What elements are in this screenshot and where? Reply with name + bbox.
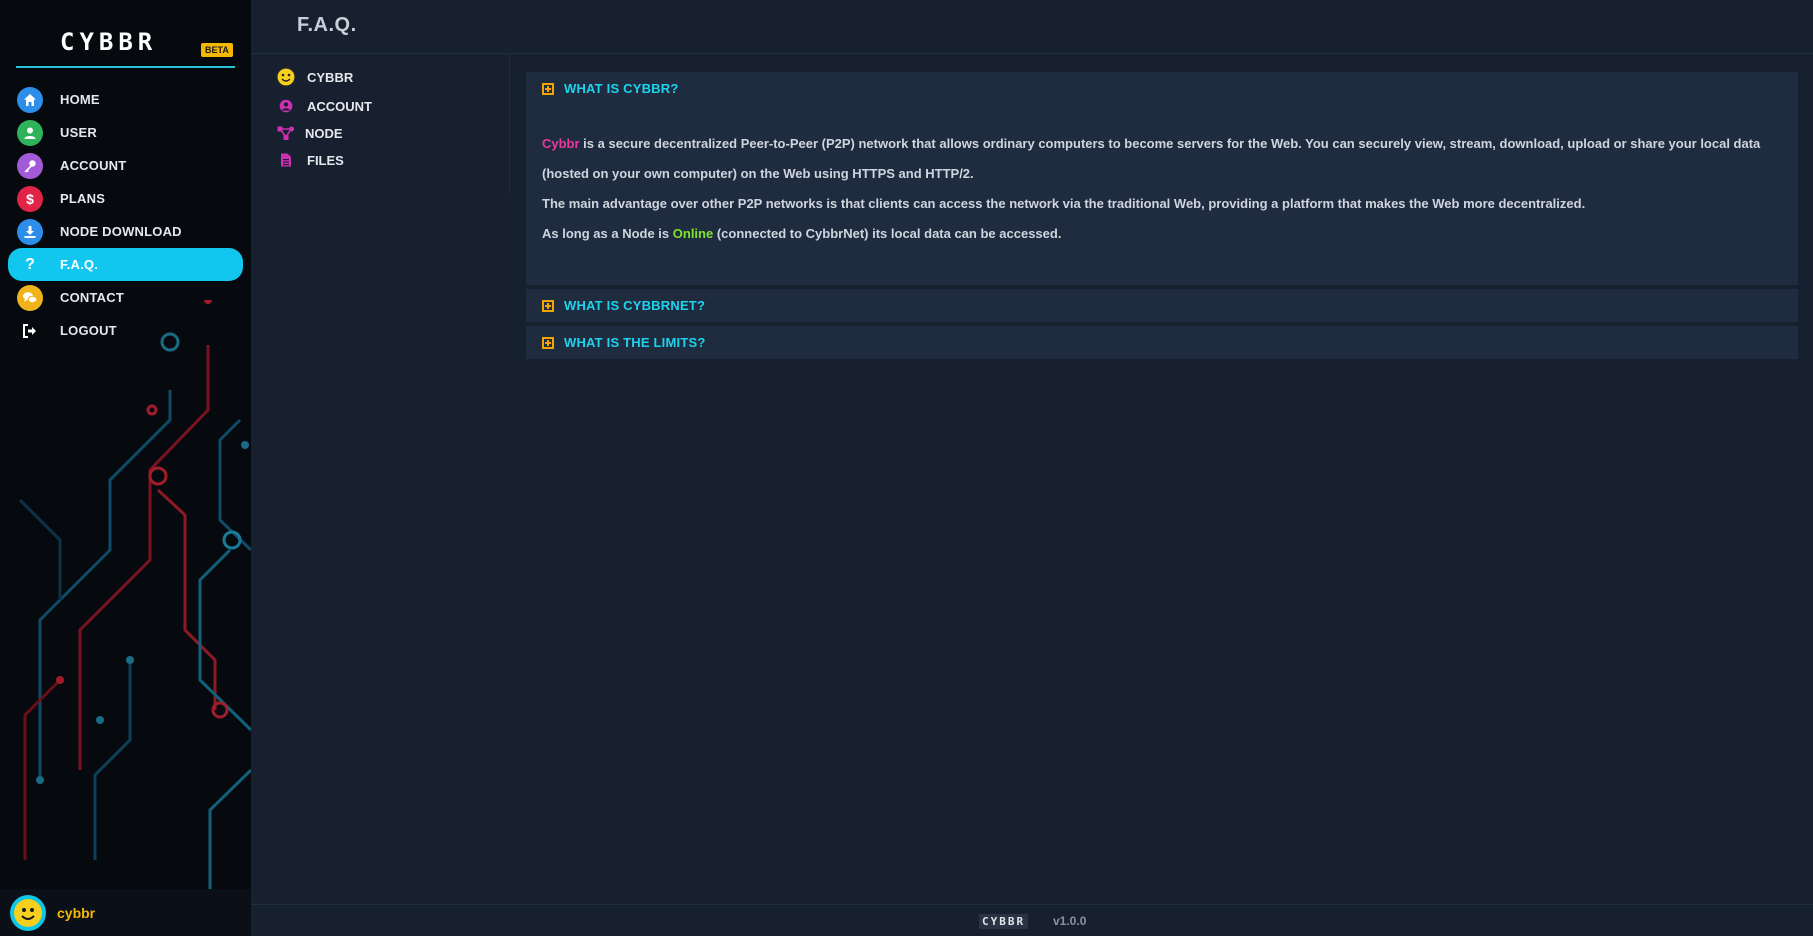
- sidebar: CYBBR BETA HOME USER ACCOUNT $ PLANS NOD…: [0, 0, 251, 936]
- user-profile[interactable]: cybbr: [0, 889, 251, 936]
- answer-paragraph: The main advantage over other P2P networ…: [542, 196, 1586, 211]
- faq-question[interactable]: WHAT IS CYBBR?: [564, 81, 679, 96]
- subnav-item-account[interactable]: ACCOUNT: [275, 95, 372, 117]
- sidebar-nav: HOME USER ACCOUNT $ PLANS NODE DOWNLOAD …: [8, 83, 243, 347]
- logout-icon: [17, 318, 43, 344]
- sidebar-item-label: ACCOUNT: [60, 158, 127, 173]
- brand: CYBBR BETA: [0, 24, 251, 70]
- sidebar-item-node-download[interactable]: NODE DOWNLOAD: [8, 215, 243, 248]
- sidebar-item-faq[interactable]: ? F.A.Q.: [8, 248, 243, 281]
- sidebar-item-label: HOME: [60, 92, 100, 107]
- beta-badge: BETA: [201, 43, 233, 57]
- question-icon: ?: [25, 255, 35, 273]
- cybbr-logo[interactable]: CYBBR: [60, 28, 157, 56]
- network-icon: [275, 122, 297, 144]
- key-icon: [17, 152, 43, 179]
- subnav-item-label: NODE: [305, 125, 343, 141]
- footer-logo: CYBBR: [979, 914, 1029, 929]
- sidebar-item-plans[interactable]: $ PLANS: [8, 182, 243, 215]
- expand-icon[interactable]: [542, 299, 554, 312]
- expand-icon[interactable]: [542, 336, 554, 349]
- answer-text: is a secure decentralized Peer-to-Peer (…: [542, 136, 1761, 181]
- user-circle-icon: [275, 95, 297, 117]
- sidebar-item-contact[interactable]: CONTACT: [8, 281, 243, 314]
- faq-panel: WHAT IS THE LIMITS?: [526, 326, 1798, 359]
- answer-paragraph: As long as a Node is Online (connected t…: [542, 219, 1782, 249]
- sidebar-item-user[interactable]: USER: [8, 116, 243, 149]
- expand-icon[interactable]: [542, 82, 554, 95]
- version-label: v1.0.0: [1053, 914, 1087, 928]
- sidebar-item-label: PLANS: [60, 191, 106, 206]
- sidebar-item-label: F.A.Q.: [60, 257, 99, 272]
- faq-question-header[interactable]: WHAT IS THE LIMITS?: [526, 326, 1798, 359]
- smiley-icon: [275, 66, 297, 88]
- dollar-icon: $: [17, 185, 43, 212]
- download-icon: [17, 218, 43, 245]
- user-icon: [17, 119, 43, 146]
- faq-question-header[interactable]: WHAT IS CYBBR?: [526, 72, 1798, 105]
- faq-answer: Cybbr is a secure decentralized Peer-to-…: [526, 105, 1798, 285]
- chat-icon: [17, 284, 43, 311]
- sidebar-item-label: CONTACT: [60, 290, 124, 305]
- footer: CYBBR v1.0.0: [251, 904, 1813, 936]
- subnav-item-label: ACCOUNT: [307, 98, 372, 114]
- sidebar-item-logout[interactable]: LOGOUT: [8, 314, 243, 347]
- divider: [16, 66, 235, 68]
- faq-panel: WHAT IS CYBBRNET?: [526, 289, 1798, 322]
- faq-accordion: WHAT IS CYBBR? Cybbr is a secure decentr…: [526, 72, 1798, 363]
- online-status: Online: [672, 226, 714, 241]
- file-icon: [275, 149, 297, 171]
- sidebar-item-home[interactable]: HOME: [8, 83, 243, 116]
- answer-text: As long as a Node is: [542, 226, 673, 241]
- subnav-item-cybbr[interactable]: CYBBR: [275, 66, 353, 88]
- sidebar-item-label: NODE DOWNLOAD: [60, 224, 182, 239]
- smiley-icon: [14, 899, 42, 927]
- sidebar-item-label: USER: [60, 125, 97, 140]
- subnav-item-files[interactable]: FILES: [275, 149, 344, 171]
- faq-category-nav: CYBBR ACCOUNT NODE FILES: [251, 54, 510, 194]
- subnav-item-label: CYBBR: [307, 69, 354, 85]
- subnav-item-label: FILES: [307, 152, 344, 168]
- answer-text: (connected to CybbrNet) its local data c…: [713, 226, 1062, 241]
- username[interactable]: cybbr: [57, 905, 95, 921]
- faq-question[interactable]: WHAT IS THE LIMITS?: [564, 335, 706, 350]
- home-icon: [17, 86, 43, 113]
- sidebar-item-account[interactable]: ACCOUNT: [8, 149, 243, 182]
- page-header: F.A.Q.: [251, 0, 1813, 54]
- avatar[interactable]: [10, 895, 46, 931]
- sidebar-item-label: LOGOUT: [60, 323, 117, 338]
- faq-panel: WHAT IS CYBBR? Cybbr is a secure decentr…: [526, 72, 1798, 285]
- answer-paragraph: Cybbr is a secure decentralized Peer-to-…: [542, 129, 1782, 189]
- page-title: F.A.Q.: [297, 14, 357, 36]
- subnav-item-node[interactable]: NODE: [275, 122, 343, 144]
- faq-question[interactable]: WHAT IS CYBBRNET?: [564, 298, 705, 313]
- faq-question-header[interactable]: WHAT IS CYBBRNET?: [526, 289, 1798, 322]
- brand-name: Cybbr: [542, 136, 580, 151]
- circuit-background: [18, 300, 251, 890]
